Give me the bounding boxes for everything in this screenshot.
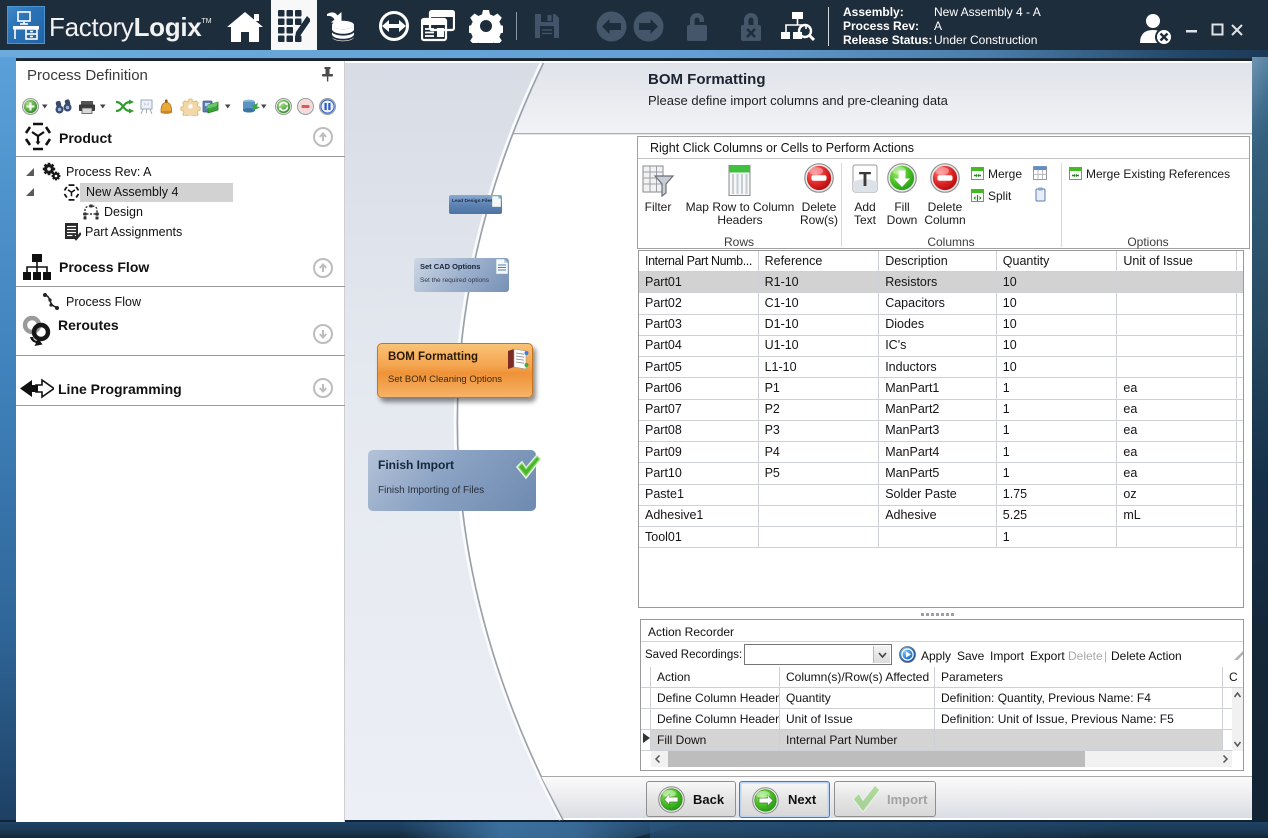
svg-text:T: T xyxy=(859,169,871,191)
